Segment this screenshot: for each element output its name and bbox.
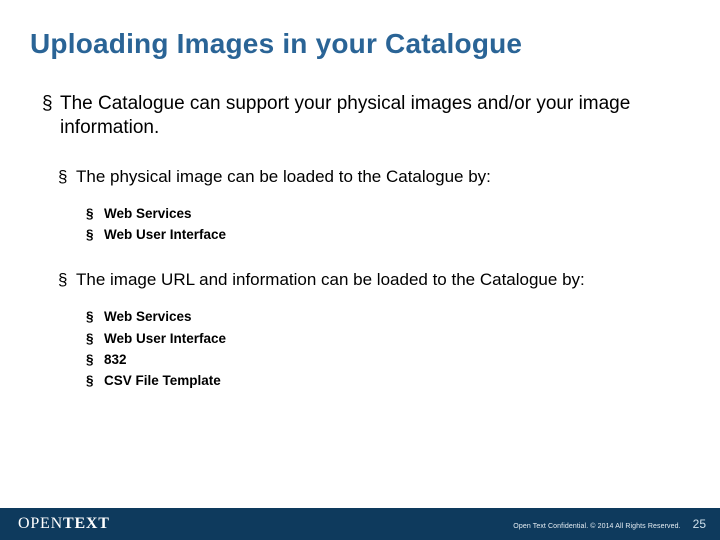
bullet-text: Web User Interface bbox=[104, 330, 226, 348]
bullet-icon: § bbox=[86, 351, 104, 369]
bullet-icon: § bbox=[86, 330, 104, 348]
slide-title: Uploading Images in your Catalogue bbox=[30, 28, 522, 60]
bullet-text: The Catalogue can support your physical … bbox=[60, 92, 680, 140]
bullet-level2: § The physical image can be loaded to th… bbox=[58, 166, 680, 187]
bullet-icon: § bbox=[86, 308, 104, 326]
logo-part-text: TEXT bbox=[63, 515, 110, 532]
bullet-text: The image URL and information can be loa… bbox=[76, 269, 585, 290]
bullet-level3: § Web User Interface bbox=[86, 330, 680, 348]
bullet-icon: § bbox=[86, 372, 104, 390]
footer-right: Open Text Confidential. © 2014 All Right… bbox=[513, 517, 706, 531]
bullet-text: Web User Interface bbox=[104, 226, 226, 244]
bullet-text: 832 bbox=[104, 351, 127, 369]
slide-content: § The Catalogue can support your physica… bbox=[42, 92, 680, 393]
bullet-level2: § The image URL and information can be l… bbox=[58, 269, 680, 290]
bullet-icon: § bbox=[58, 269, 76, 290]
page-number: 25 bbox=[693, 517, 706, 531]
footer-bar: OPENTEXT Open Text Confidential. © 2014 … bbox=[0, 508, 720, 540]
bullet-level3: § Web User Interface bbox=[86, 226, 680, 244]
bullet-level3: § 832 bbox=[86, 351, 680, 369]
opentext-logo: OPENTEXT bbox=[18, 515, 110, 533]
slide: Uploading Images in your Catalogue § The… bbox=[0, 0, 720, 540]
bullet-icon: § bbox=[58, 166, 76, 187]
logo-part-open: OPEN bbox=[18, 515, 63, 532]
bullet-level3: § Web Services bbox=[86, 308, 680, 326]
confidential-text: Open Text Confidential. © 2014 All Right… bbox=[513, 523, 680, 530]
bullet-icon: § bbox=[42, 92, 60, 140]
bullet-text: The physical image can be loaded to the … bbox=[76, 166, 491, 187]
bullet-level3: § Web Services bbox=[86, 205, 680, 223]
bullet-level3: § CSV File Template bbox=[86, 372, 680, 390]
bullet-icon: § bbox=[86, 226, 104, 244]
bullet-text: Web Services bbox=[104, 308, 192, 326]
bullet-icon: § bbox=[86, 205, 104, 223]
bullet-text: CSV File Template bbox=[104, 372, 221, 390]
bullet-text: Web Services bbox=[104, 205, 192, 223]
bullet-level1: § The Catalogue can support your physica… bbox=[42, 92, 680, 140]
